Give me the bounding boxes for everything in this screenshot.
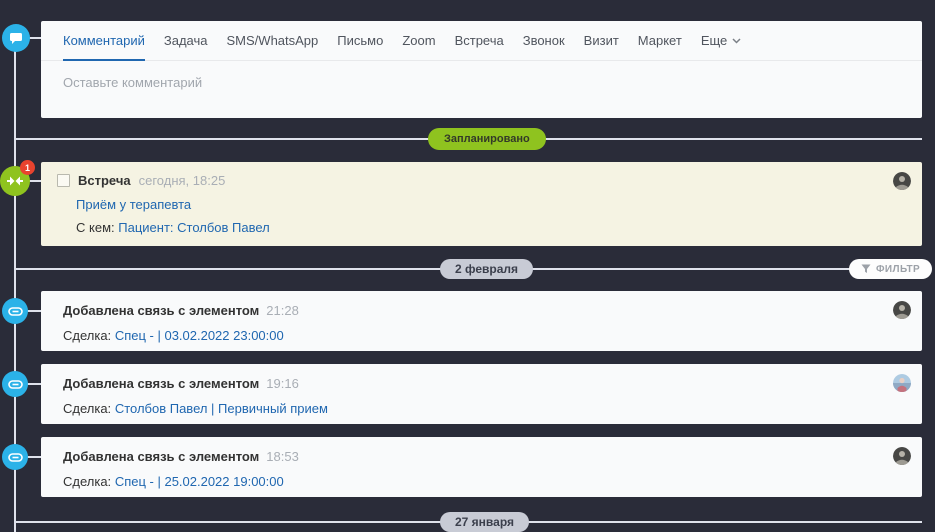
tab-label: Комментарий xyxy=(63,33,145,48)
meeting-arrows-icon xyxy=(7,176,23,186)
user-photo-icon xyxy=(893,172,911,190)
avatar xyxy=(893,301,911,319)
link-event-card[interactable]: Добавлена связь с элементом 21:28 Сделка… xyxy=(41,291,922,351)
chain-link-icon xyxy=(7,452,23,462)
tab-label: Звонок xyxy=(522,33,565,48)
link-event-icon xyxy=(2,444,28,470)
tab-label: Задача xyxy=(163,33,208,48)
event-title-row: Добавлена связь с элементом 19:16 xyxy=(63,376,900,391)
tab-label: Еще xyxy=(700,33,728,48)
avatar xyxy=(893,172,911,190)
deal-label: Сделка: xyxy=(63,474,112,489)
deal-link[interactable]: Спец - | 25.02.2022 19:00:00 xyxy=(115,474,284,489)
deal-link[interactable]: Спец - | 03.02.2022 23:00:00 xyxy=(115,328,284,343)
planned-badge: Запланировано xyxy=(428,128,546,150)
meeting-subject-link[interactable]: Приём у терапевта xyxy=(76,197,191,212)
event-title: Добавлена связь с элементом xyxy=(63,376,260,391)
comment-stream-icon xyxy=(2,24,30,52)
user-photo-icon xyxy=(893,447,911,465)
tab-label: Zoom xyxy=(402,33,436,48)
link-event-icon xyxy=(2,371,28,397)
meeting-title-row: Встреча сегодня, 18:25 xyxy=(57,173,906,188)
tab-label: Визит xyxy=(583,33,619,48)
tab-label: Встреча xyxy=(454,33,504,48)
meeting-with-row: С кем: Пациент: Столбов Павел xyxy=(76,220,906,235)
tab-zoom[interactable]: Zoom xyxy=(402,21,435,60)
connector-line xyxy=(26,456,41,458)
tab-task[interactable]: Задача xyxy=(164,21,208,60)
composer-tabs: Комментарий Задача SMS/WhatsApp Письмо Z… xyxy=(41,21,922,61)
event-title-row: Добавлена связь с элементом 21:28 xyxy=(63,303,900,318)
event-detail-row: Сделка: Столбов Павел | Первичный прием xyxy=(63,401,900,416)
event-detail-row: Сделка: Спец - | 03.02.2022 23:00:00 xyxy=(63,328,900,343)
funnel-icon xyxy=(861,264,871,273)
tab-more[interactable]: Еще xyxy=(701,21,741,60)
tab-market[interactable]: Маркет xyxy=(638,21,682,60)
tab-email[interactable]: Письмо xyxy=(337,21,383,60)
user-photo-icon xyxy=(893,301,911,319)
link-event-card[interactable]: Добавлена связь с элементом 19:16 Сделка… xyxy=(41,364,922,424)
event-title-row: Добавлена связь с элементом 18:53 xyxy=(63,449,900,464)
avatar xyxy=(893,447,911,465)
meeting-client-link[interactable]: Пациент: Столбов Павел xyxy=(118,220,270,235)
event-time: 18:53 xyxy=(266,449,299,464)
deal-label: Сделка: xyxy=(63,328,112,343)
composer-panel: Комментарий Задача SMS/WhatsApp Письмо Z… xyxy=(41,21,922,118)
filter-label: ФИЛЬТР xyxy=(876,263,921,275)
tab-sms-whatsapp[interactable]: SMS/WhatsApp xyxy=(227,21,319,60)
link-event-icon xyxy=(2,298,28,324)
chevron-down-icon xyxy=(732,37,741,44)
tab-label: SMS/WhatsApp xyxy=(226,33,319,48)
tab-comment[interactable]: Комментарий xyxy=(63,21,145,61)
speech-bubble-icon xyxy=(10,32,22,44)
connector-line xyxy=(26,383,41,385)
avatar xyxy=(893,374,911,392)
deal-link[interactable]: Столбов Павел | Первичный прием xyxy=(115,401,328,416)
event-time: 21:28 xyxy=(266,303,299,318)
notification-count-badge: 1 xyxy=(20,160,35,175)
chain-link-icon xyxy=(7,306,23,316)
meeting-card[interactable]: Встреча сегодня, 18:25 Приём у терапевта… xyxy=(41,162,922,246)
meeting-time: сегодня, 18:25 xyxy=(138,173,226,188)
tab-label: Письмо xyxy=(337,33,384,48)
tab-visit[interactable]: Визит xyxy=(584,21,619,60)
tab-label: Маркет xyxy=(637,33,682,48)
connector-line xyxy=(26,310,41,312)
comment-input[interactable]: Оставьте комментарий xyxy=(41,61,922,104)
with-label: С кем: xyxy=(76,220,115,235)
event-detail-row: Сделка: Спец - | 25.02.2022 19:00:00 xyxy=(63,474,900,489)
crm-timeline-page: { "colors":{"accent_blue":"#2067b0","tim… xyxy=(0,0,935,532)
chain-link-icon xyxy=(7,379,23,389)
event-title: Добавлена связь с элементом xyxy=(63,303,260,318)
filter-button[interactable]: ФИЛЬТР xyxy=(849,259,933,279)
tab-call[interactable]: Звонок xyxy=(523,21,565,60)
tab-meeting[interactable]: Встреча xyxy=(455,21,504,60)
event-title: Добавлена связь с элементом xyxy=(63,449,260,464)
deal-label: Сделка: xyxy=(63,401,112,416)
event-time: 19:16 xyxy=(266,376,299,391)
link-event-card[interactable]: Добавлена связь с элементом 18:53 Сделка… xyxy=(41,437,922,497)
meeting-subject-row: Приём у терапевта xyxy=(76,197,906,212)
meeting-title: Встреча xyxy=(78,173,131,188)
meeting-checkbox[interactable] xyxy=(57,174,70,187)
date-separator: 27 января xyxy=(440,512,529,532)
date-separator: 2 февраля xyxy=(440,259,534,279)
user-photo-icon xyxy=(893,374,911,392)
